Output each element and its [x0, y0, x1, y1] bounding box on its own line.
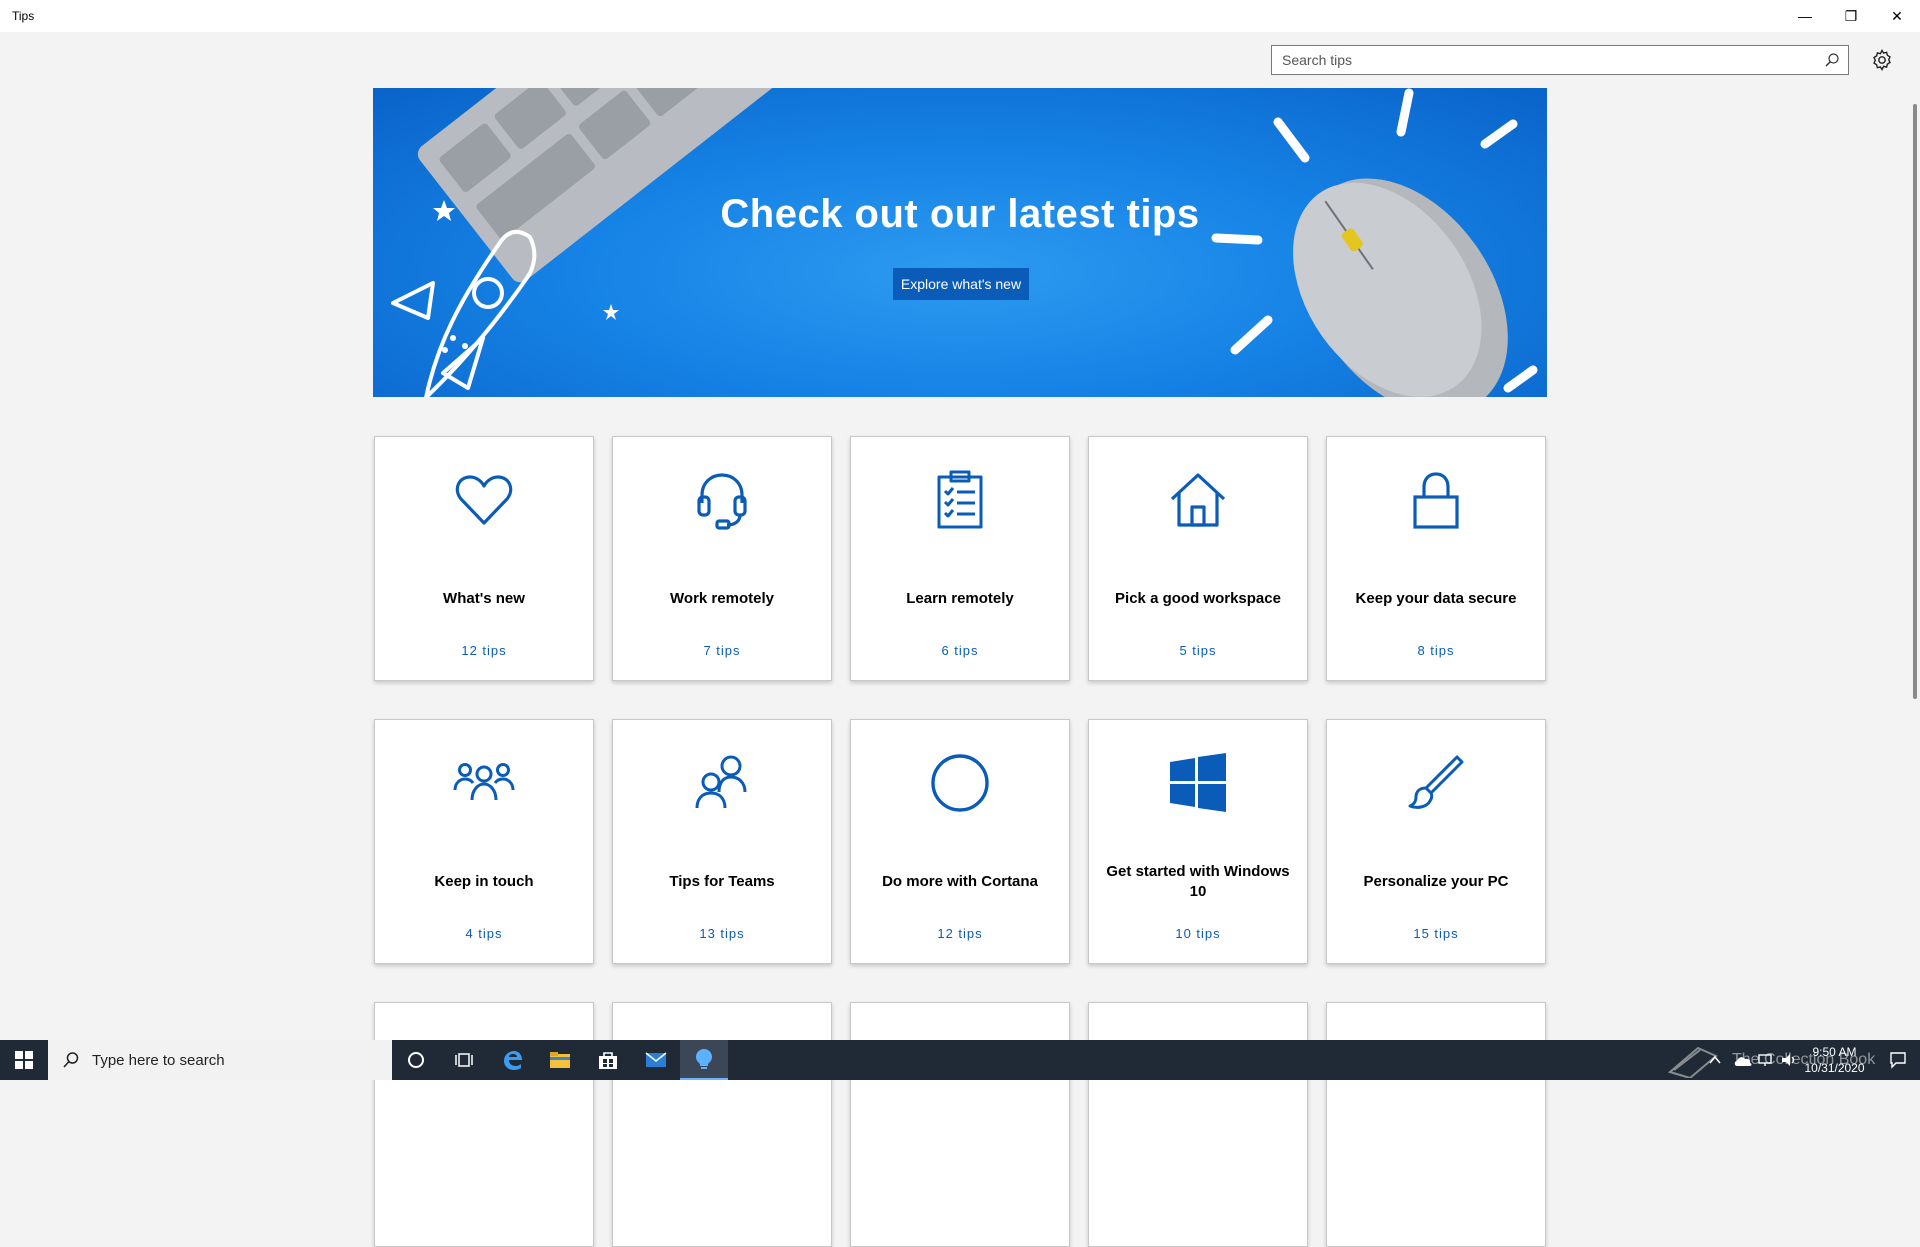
card-partial[interactable]: [1088, 1002, 1308, 1247]
card-label: Get started with Windows 10: [1106, 863, 1290, 900]
start-button[interactable]: [0, 1040, 48, 1080]
file-explorer-button[interactable]: [536, 1040, 584, 1080]
task-view-icon: [455, 1053, 473, 1067]
gear-icon[interactable]: [1870, 48, 1894, 72]
mail-icon: [645, 1052, 667, 1067]
card-label: Keep your data secure: [1355, 590, 1517, 607]
edge-icon: [504, 1051, 522, 1070]
search-box[interactable]: [1271, 45, 1849, 75]
card-get-started-with-windows-10[interactable]: Get started with Windows 10 10 tips: [1088, 719, 1308, 964]
clock-date: 10/31/2020: [1804, 1061, 1865, 1075]
card-count: 13 tips: [699, 926, 745, 941]
cortana-circle-icon: [931, 754, 989, 812]
lock-icon: [1413, 472, 1459, 529]
clipboard-checklist-icon: [937, 470, 983, 529]
card-count: 10 tips: [1175, 926, 1221, 941]
taskbar: Type here to search The Collection Book …: [0, 1040, 1920, 1080]
clock-time: 9:50 AM: [1812, 1045, 1857, 1059]
card-pick-a-good-workspace[interactable]: Pick a good workspace 5 tips: [1088, 436, 1308, 681]
card-work-remotely[interactable]: Work remotely 7 tips: [612, 436, 832, 681]
windows-logo-icon: [1170, 753, 1226, 812]
card-count: 4 tips: [465, 926, 503, 941]
card-partial[interactable]: [1326, 1002, 1546, 1247]
card-partial[interactable]: [374, 1002, 594, 1247]
cortana-icon: [408, 1052, 424, 1068]
card-label: Do more with Cortana: [882, 873, 1038, 890]
card-count: 7 tips: [703, 643, 741, 658]
window-title: Tips: [12, 9, 35, 23]
card-label: Tips for Teams: [669, 873, 775, 890]
home-icon: [1170, 473, 1226, 527]
scrollbar[interactable]: [1913, 104, 1917, 699]
hero-banner: Check out our latest tips Explore what's…: [373, 88, 1547, 397]
card-label: Work remotely: [670, 590, 774, 607]
card-count: 12 tips: [937, 926, 983, 941]
notification-icon[interactable]: [1888, 1050, 1908, 1070]
task-view-button[interactable]: [440, 1040, 488, 1080]
cortana-button[interactable]: [392, 1040, 440, 1080]
card-partial[interactable]: [612, 1002, 832, 1247]
teams-people-icon: [695, 755, 747, 809]
search-icon[interactable]: [1824, 52, 1840, 68]
taskbar-search[interactable]: Type here to search: [48, 1040, 392, 1080]
lightbulb-icon: [696, 1049, 712, 1069]
network-icon[interactable]: [1757, 1052, 1775, 1068]
title-bar: Tips — ❐ ✕: [0, 0, 1920, 32]
card-do-more-with-cortana[interactable]: Do more with Cortana 12 tips: [850, 719, 1070, 964]
card-count: 6 tips: [941, 643, 979, 658]
tips-app-button[interactable]: [680, 1040, 728, 1080]
hero-headline: Check out our latest tips: [720, 192, 1200, 236]
card-whats-new[interactable]: What's new 12 tips: [374, 436, 594, 681]
headset-icon: [697, 473, 747, 530]
card-count: 15 tips: [1413, 926, 1459, 941]
store-icon: [599, 1052, 617, 1069]
card-keep-your-data-secure[interactable]: Keep your data secure 8 tips: [1326, 436, 1546, 681]
search-icon: [63, 1052, 79, 1068]
card-tips-for-teams[interactable]: Tips for Teams 13 tips: [612, 719, 832, 964]
mail-button[interactable]: [632, 1040, 680, 1080]
card-learn-remotely[interactable]: Learn remotely 6 tips: [850, 436, 1070, 681]
paintbrush-icon: [1408, 755, 1464, 809]
minimize-button[interactable]: —: [1782, 0, 1828, 32]
maximize-button[interactable]: ❐: [1828, 0, 1874, 32]
card-partial[interactable]: [850, 1002, 1070, 1247]
card-label: Personalize your PC: [1363, 873, 1509, 890]
card-label: What's new: [443, 590, 525, 607]
volume-icon[interactable]: [1780, 1052, 1798, 1068]
heart-icon: [455, 475, 513, 525]
card-count: 8 tips: [1417, 643, 1455, 658]
people-group-icon: [453, 763, 515, 801]
card-count: 5 tips: [1179, 643, 1217, 658]
store-button[interactable]: [584, 1040, 632, 1080]
windows-start-icon: [15, 1051, 33, 1069]
clock[interactable]: 9:50 AM 10/31/2020: [1797, 1044, 1872, 1076]
card-label: Learn remotely: [906, 590, 1014, 607]
search-input[interactable]: [1272, 46, 1812, 74]
card-keep-in-touch[interactable]: Keep in touch 4 tips: [374, 719, 594, 964]
card-count: 12 tips: [461, 643, 507, 658]
card-personalize-your-pc[interactable]: Personalize your PC 15 tips: [1326, 719, 1546, 964]
hero-illustration: [391, 88, 1538, 397]
card-label: Pick a good workspace: [1115, 590, 1281, 607]
folder-icon: [550, 1052, 570, 1068]
onedrive-icon[interactable]: [1733, 1052, 1753, 1068]
chevron-up-icon[interactable]: [1708, 1053, 1722, 1067]
close-button[interactable]: ✕: [1874, 0, 1920, 32]
taskbar-search-placeholder: Type here to search: [92, 1051, 225, 1069]
explore-whats-new-button[interactable]: Explore what's new: [893, 268, 1029, 300]
edge-button[interactable]: [488, 1040, 536, 1080]
card-label: Keep in touch: [434, 873, 534, 890]
